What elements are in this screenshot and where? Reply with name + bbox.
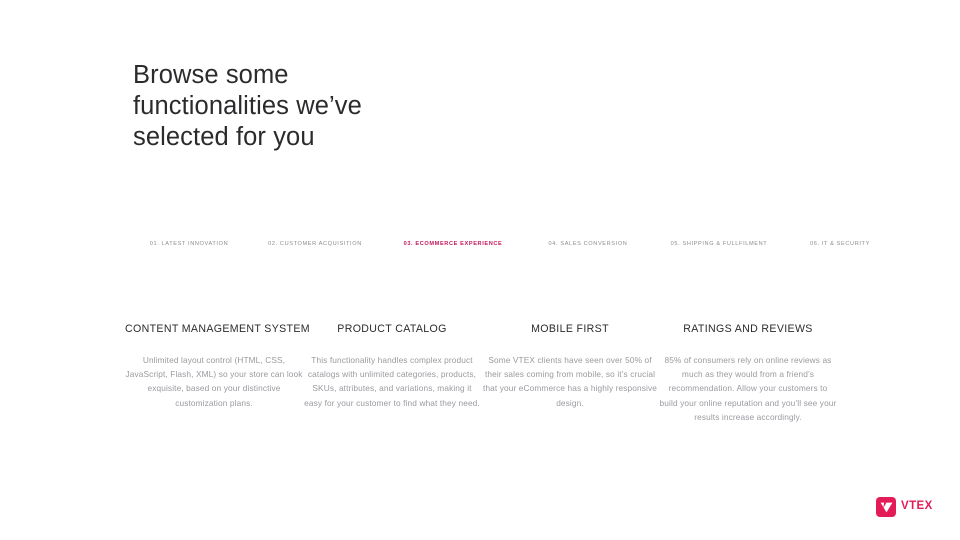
feature-column: MOBILE FIRST Some VTEX clients have seen … [481, 322, 659, 410]
tab-1[interactable]: 01. LATEST INNOVATION [130, 240, 248, 249]
feature-columns: CONTENT MANAGEMENT SYSTEM Unlimited layou… [125, 322, 840, 472]
feature-column: RATINGS AND REVIEWS 85% of consumers rely… [659, 322, 837, 424]
feature-heading: RATINGS AND REVIEWS [683, 323, 813, 335]
feature-heading: MOBILE FIRST [531, 323, 609, 335]
feature-column: PRODUCT CATALOG This functionality handle… [303, 322, 481, 410]
feature-heading: PRODUCT CATALOG [337, 323, 447, 335]
tab-3[interactable]: 03. ECOMMERCE EXPERIENCE [382, 240, 524, 249]
vtex-logo: VTEX [876, 496, 938, 518]
feature-body: Unlimited layout control (HTML, CSS, Jav… [125, 355, 303, 408]
feature-column: CONTENT MANAGEMENT SYSTEM Unlimited layou… [125, 322, 310, 410]
category-tabs: 01. LATEST INNOVATION 02. CUSTOMER ACQUIS… [130, 240, 870, 266]
feature-body: This functionality handles complex produ… [304, 355, 480, 408]
tab-6[interactable]: 06. IT & SECURITY [786, 240, 894, 249]
slide-canvas: Browse some functionalities we’ve select… [0, 0, 960, 540]
vtex-triangle-icon [876, 497, 896, 517]
tab-2[interactable]: 02. CUSTOMER ACQUISITION [248, 240, 382, 249]
feature-body: 85% of consumers rely on online reviews … [659, 355, 837, 422]
tab-4[interactable]: 04. SALES CONVERSION [524, 240, 652, 249]
feature-heading: CONTENT MANAGEMENT SYSTEM [125, 323, 310, 335]
tab-5[interactable]: 05. SHIPPING & FULLFILMENT [652, 240, 786, 249]
feature-body: Some VTEX clients have seen over 50% of … [483, 355, 657, 408]
page-title: Browse some functionalities we’ve select… [133, 61, 362, 152]
vtex-wordmark: VTEX [901, 500, 933, 513]
